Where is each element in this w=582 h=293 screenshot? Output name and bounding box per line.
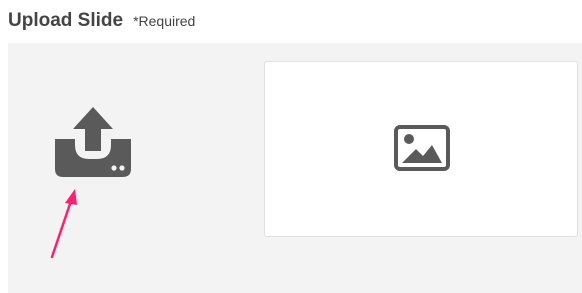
upload-panel	[8, 43, 582, 293]
annotation-arrow-icon	[50, 189, 77, 259]
required-note: *Required	[133, 13, 196, 29]
upload-slide-header: Upload Slide *Required	[8, 10, 195, 38]
upload-button[interactable]	[53, 105, 133, 179]
upload-icon	[55, 107, 131, 177]
image-placeholder-icon	[394, 125, 450, 171]
page-title: Upload Slide	[8, 10, 124, 31]
slide-preview-card[interactable]	[264, 61, 578, 237]
